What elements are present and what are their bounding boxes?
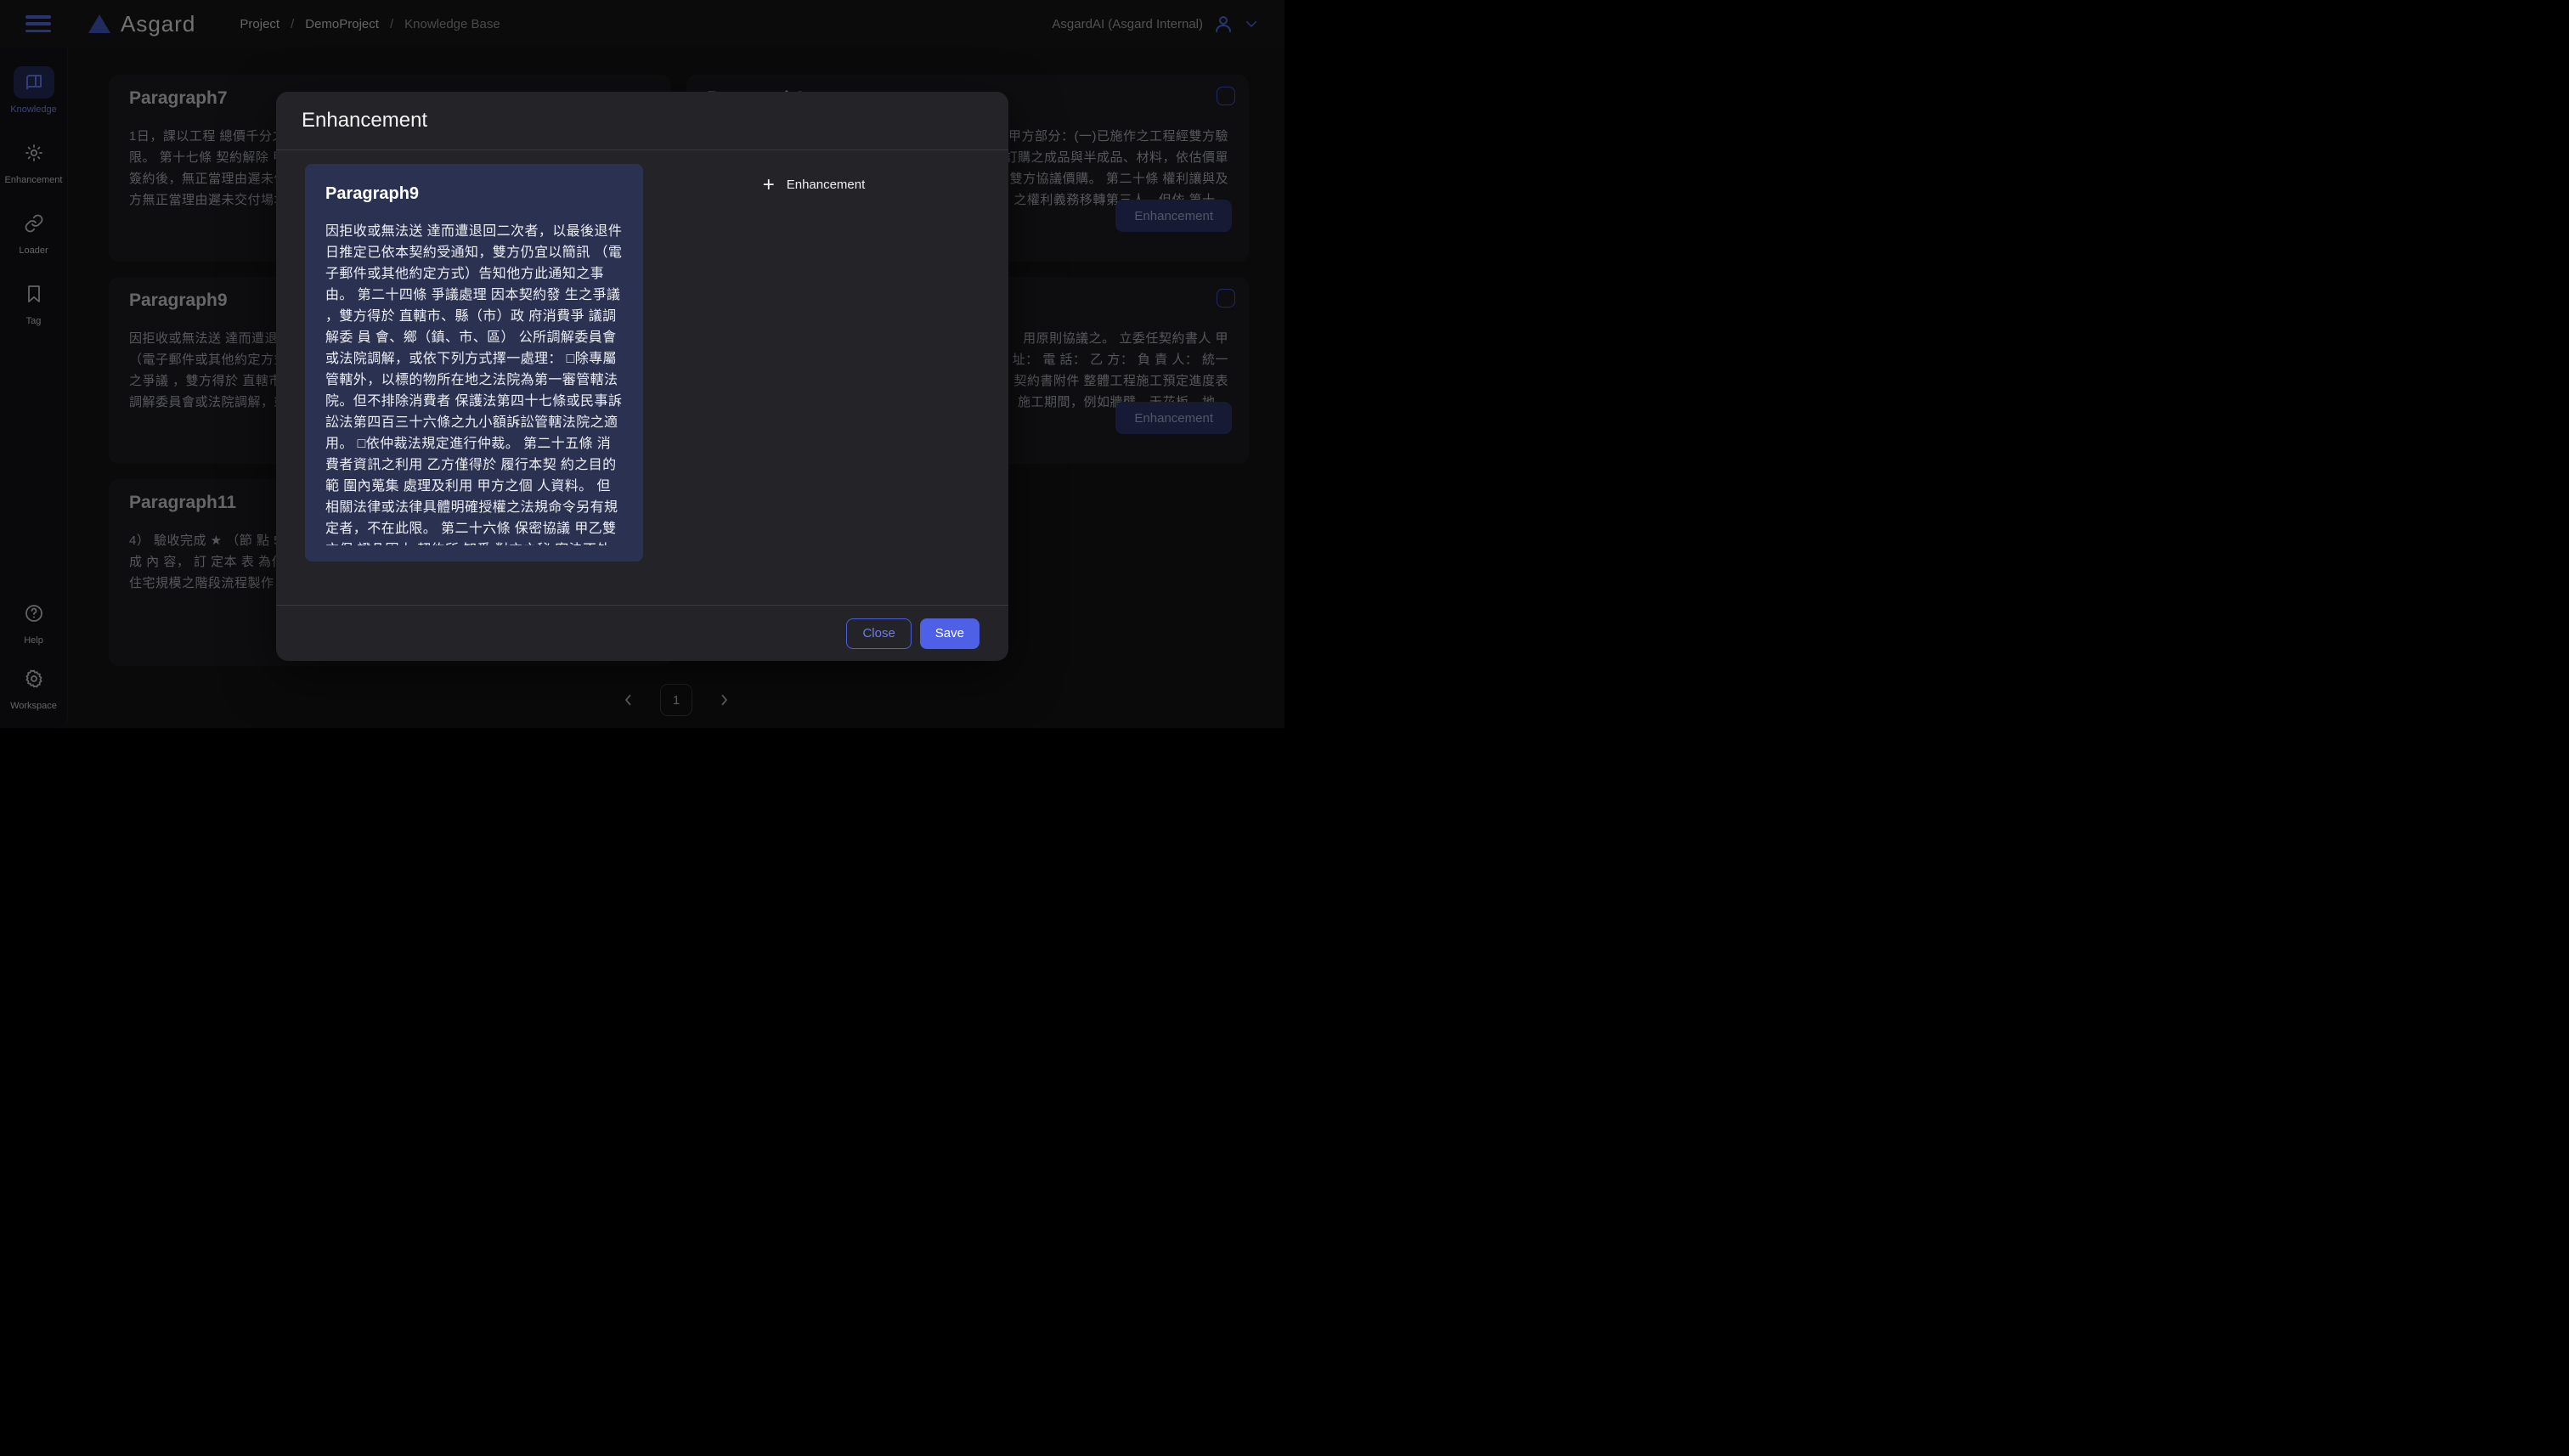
app-window: Asgard Project / DemoProject / Knowledge…	[0, 0, 1284, 728]
card-title: Paragraph9	[325, 184, 623, 204]
add-enhancement-label: Enhancement	[787, 176, 866, 195]
save-button[interactable]: Save	[920, 618, 980, 649]
modal-right-pane: + Enhancement	[643, 164, 985, 562]
card-text: 因拒收或無法送 達而遭退回二次者，以最後退件日推定已依本契約受通知，雙方仍宜以簡…	[325, 221, 623, 545]
modal-body: Paragraph9 因拒收或無法送 達而遭退回二次者，以最後退件日推定已依本契…	[276, 150, 1008, 562]
modal-header: Enhancement	[276, 92, 1008, 150]
modal-title: Enhancement	[302, 109, 427, 132]
plus-icon: +	[763, 176, 775, 195]
paragraph-card-selected[interactable]: Paragraph9 因拒收或無法送 達而遭退回二次者，以最後退件日推定已依本契…	[305, 164, 643, 562]
modal-footer: Close Save	[276, 605, 1008, 661]
enhancement-modal: Enhancement Paragraph9 因拒收或無法送 達而遭退回二次者，…	[276, 92, 1008, 661]
add-enhancement-button[interactable]: + Enhancement	[763, 176, 866, 562]
close-button[interactable]: Close	[846, 618, 911, 649]
